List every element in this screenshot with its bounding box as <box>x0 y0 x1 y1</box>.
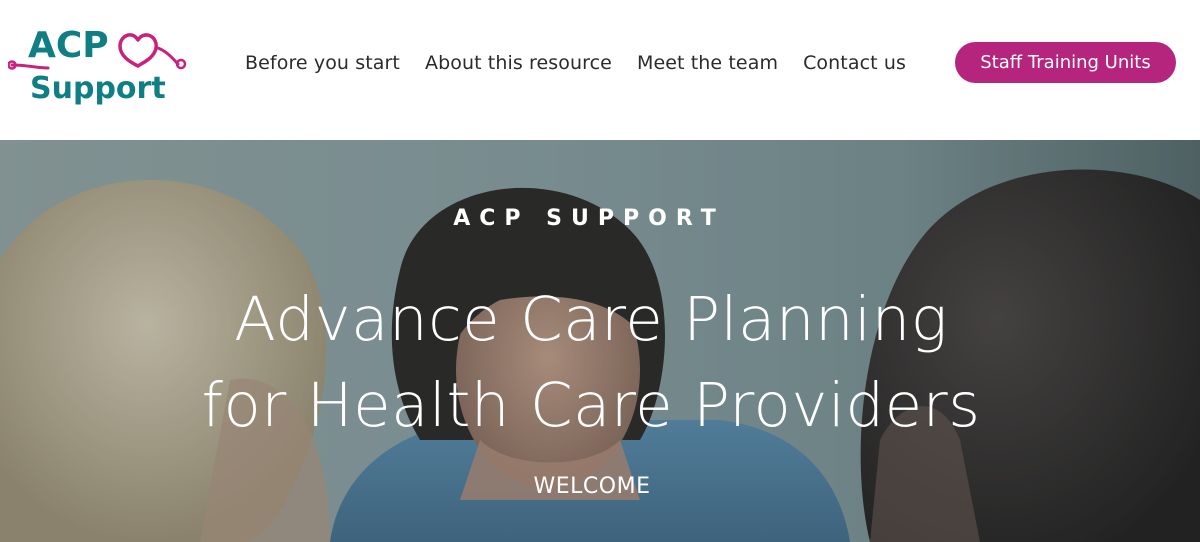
site-header: ACP Support Before you start About this … <box>0 0 1200 140</box>
hero-title: Advance Care Planning for Health Care Pr… <box>0 277 1182 449</box>
nav-about-this-resource[interactable]: About this resource <box>425 52 612 74</box>
nav-before-you-start[interactable]: Before you start <box>245 52 400 74</box>
main-nav: Before you start About this resource Mee… <box>245 47 931 79</box>
staff-training-units-button[interactable]: Staff Training Units <box>955 42 1176 83</box>
hero-banner: ACP SUPPORT Advance Care Planning for He… <box>0 140 1200 542</box>
hero-welcome: WELCOME <box>533 474 651 499</box>
hero-title-line-1: Advance Care Planning <box>234 284 948 355</box>
logo-image: ACP Support <box>8 25 187 106</box>
hero-eyebrow: ACP SUPPORT <box>453 206 725 231</box>
svg-text:Support: Support <box>30 71 166 106</box>
nav-meet-the-team[interactable]: Meet the team <box>637 52 778 74</box>
acp-support-logo[interactable]: ACP Support <box>8 18 190 108</box>
nav-contact-us[interactable]: Contact us <box>803 52 906 74</box>
hero-title-line-2: for Health Care Providers <box>201 370 981 441</box>
svg-text:ACP: ACP <box>28 25 109 66</box>
